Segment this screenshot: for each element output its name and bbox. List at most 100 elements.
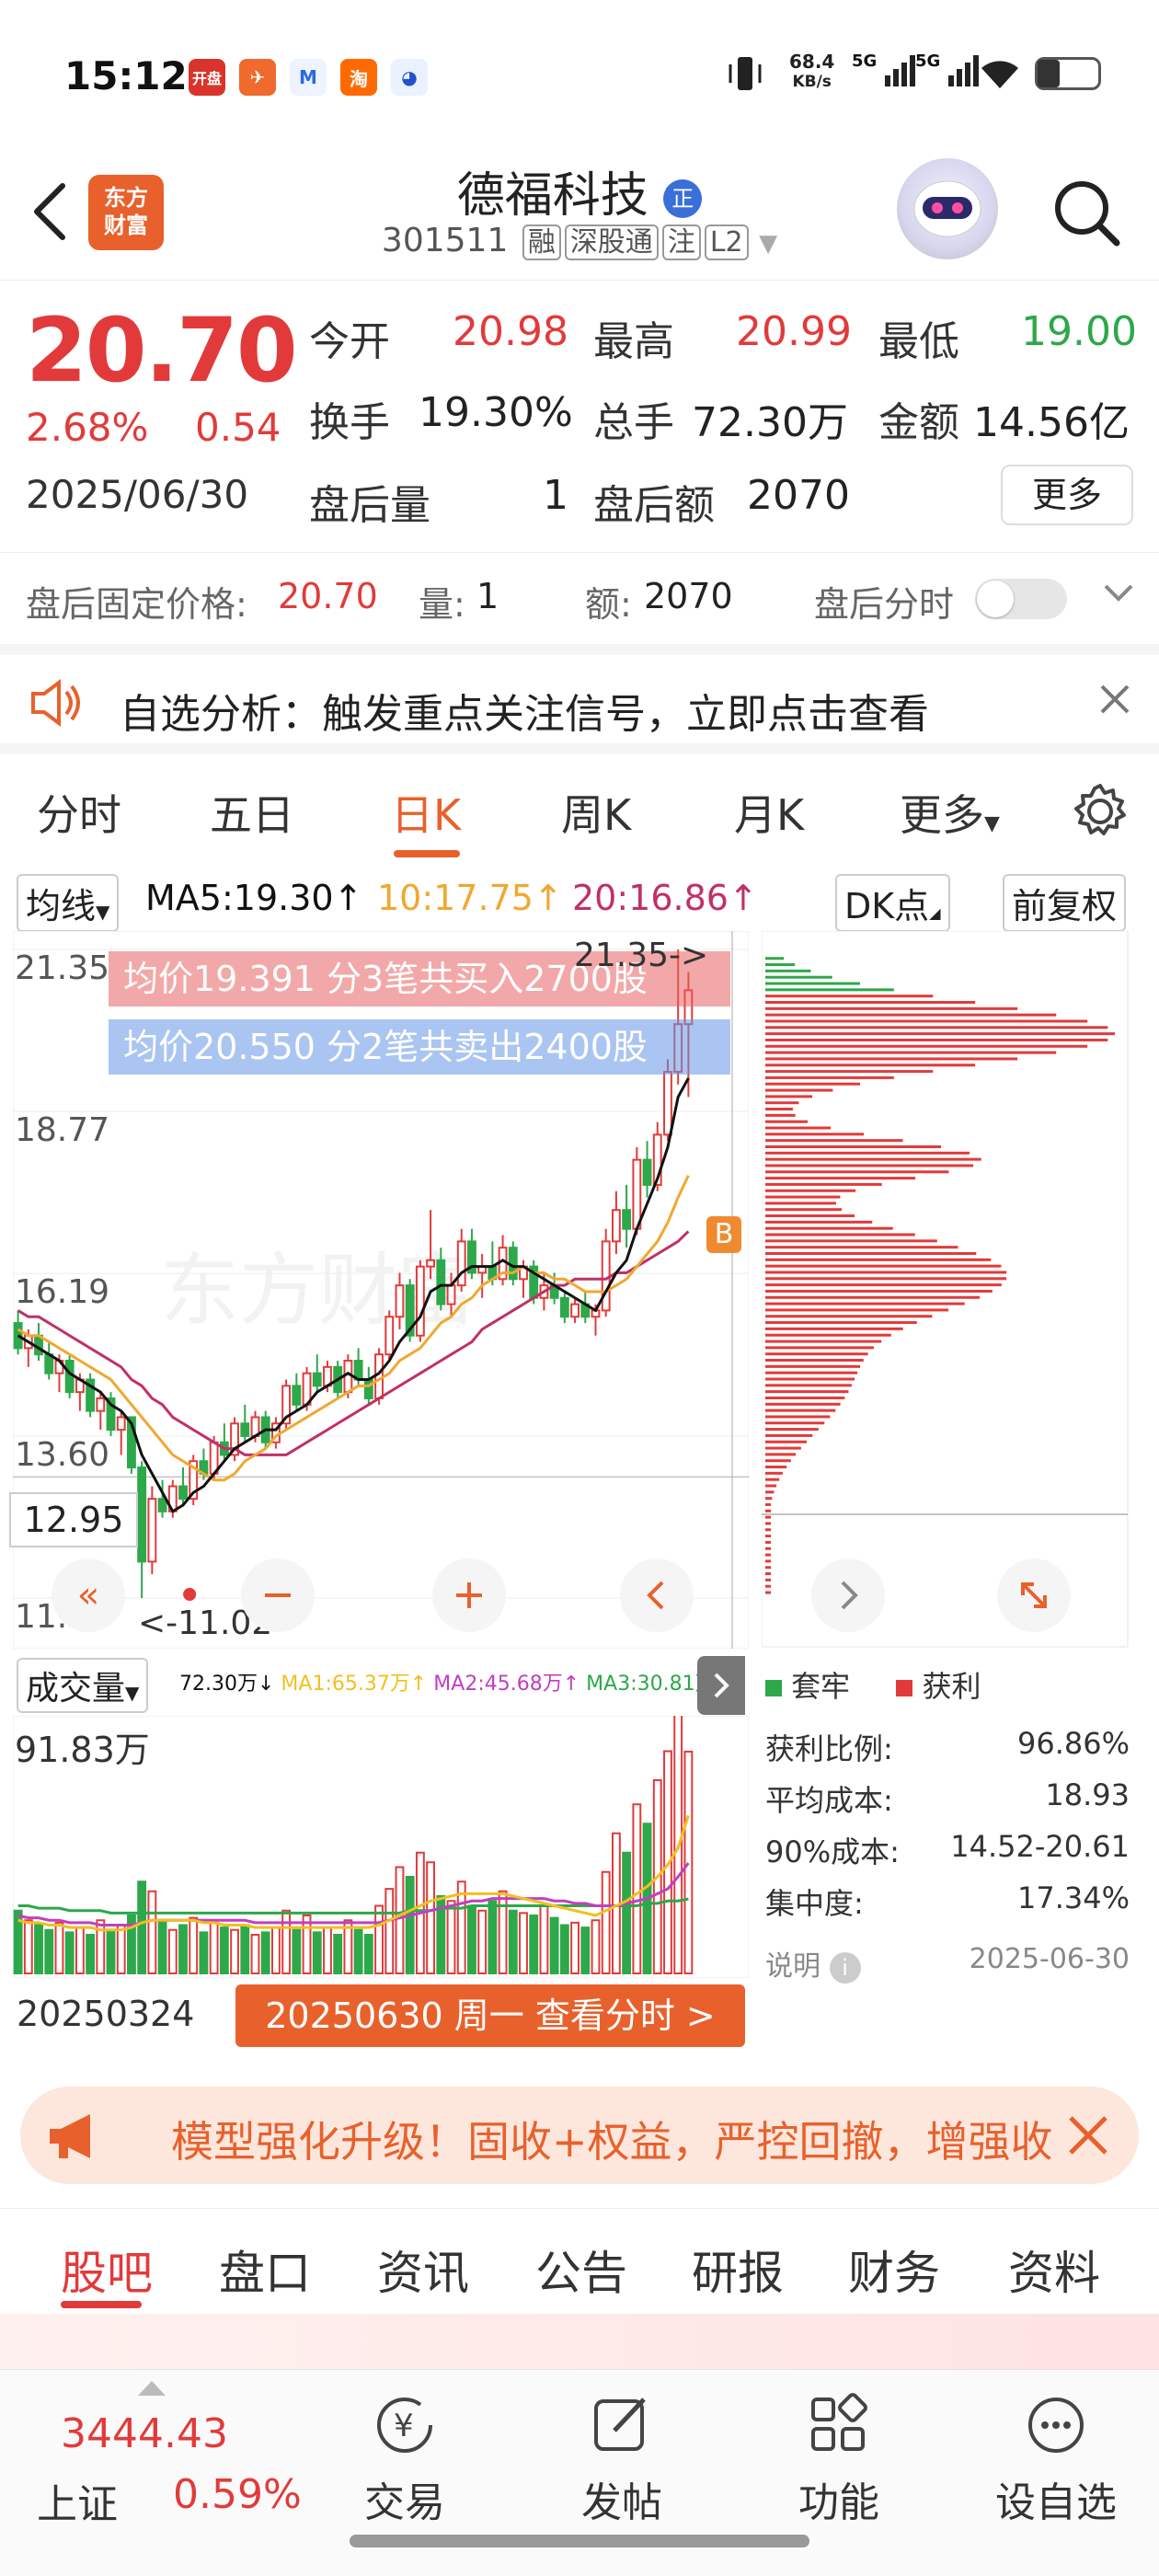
volume-bar bbox=[209, 1921, 219, 1974]
close-icon[interactable] bbox=[1065, 2112, 1111, 2162]
high-value: 20.99 bbox=[736, 308, 852, 355]
candle-body bbox=[642, 1158, 652, 1186]
view-timeshare-button[interactable]: 20250630 周一 查看分时 > bbox=[235, 1984, 745, 2047]
analysis-alert[interactable]: 自选分析：触发重点关注信号，立即点击查看 bbox=[0, 644, 1159, 754]
kline-chart[interactable]: 东方财富 21.3518.7716.1913.6011.02 均价19.391 … bbox=[9, 930, 750, 1650]
chip-bar bbox=[765, 1157, 981, 1161]
tab-profile[interactable]: 资料 bbox=[1008, 2237, 1100, 2303]
chip-bar bbox=[765, 1151, 970, 1155]
scroll-right-button[interactable] bbox=[811, 1558, 885, 1632]
volume-bar bbox=[230, 1928, 239, 1974]
indicator-selector[interactable]: 成交量▼ bbox=[17, 1658, 149, 1713]
search-icon[interactable] bbox=[1049, 175, 1122, 248]
candle-body bbox=[384, 1316, 395, 1356]
tab-weekly-k[interactable]: 周K bbox=[561, 782, 631, 843]
trade-button[interactable]: ¥ 交易 bbox=[313, 2388, 497, 2528]
tab-news[interactable]: 资讯 bbox=[377, 2237, 469, 2303]
chip-bar bbox=[765, 1264, 1002, 1268]
chip-bar bbox=[765, 1528, 771, 1532]
index-value[interactable]: 3444.43 bbox=[61, 2410, 228, 2457]
last-price: 20.70 bbox=[26, 299, 298, 402]
chip-bar bbox=[765, 1591, 771, 1594]
post-button[interactable]: 发帖 bbox=[530, 2388, 714, 2528]
ma-selector[interactable]: 均线▼ bbox=[17, 874, 120, 932]
post-label: 发帖 bbox=[581, 2479, 662, 2526]
promo-banner[interactable]: 模型强化升级！固收+权益，严控回撤，增强收 bbox=[20, 2087, 1139, 2184]
candle-body bbox=[570, 1303, 580, 1318]
tab-pankou[interactable]: 盘口 bbox=[219, 2237, 311, 2303]
volume-label: 总手 bbox=[593, 399, 674, 446]
candle-body bbox=[240, 1422, 250, 1437]
candle-body bbox=[426, 1259, 436, 1268]
add-watchlist-button[interactable]: 设自选 bbox=[964, 2388, 1148, 2528]
volume-bar bbox=[374, 1904, 384, 1975]
dk-point-button[interactable]: DK点◢ bbox=[835, 874, 950, 932]
scroll-left-button[interactable] bbox=[620, 1558, 694, 1632]
chip-bar bbox=[765, 1246, 958, 1249]
volume-bar bbox=[44, 1928, 54, 1974]
candle-body bbox=[446, 1284, 456, 1305]
volume-bar bbox=[683, 1750, 694, 1974]
tab-daily-k[interactable]: 日K bbox=[391, 782, 461, 843]
candle-body bbox=[456, 1240, 466, 1287]
chip-bar bbox=[765, 1340, 882, 1343]
expand-icon[interactable] bbox=[997, 1558, 1071, 1632]
chip-bar bbox=[765, 963, 796, 967]
rewind-button[interactable]: « bbox=[52, 1558, 125, 1632]
functions-button[interactable]: 功能 bbox=[747, 2388, 931, 2528]
tab-monthly-k[interactable]: 月K bbox=[734, 782, 804, 843]
zoom-out-button[interactable] bbox=[241, 1558, 315, 1632]
chevron-down-icon[interactable] bbox=[1100, 573, 1137, 614]
stat-avg-cost-label: 平均成本: bbox=[765, 1783, 893, 1818]
status-bar: 15:12 开盘 ✈ M 淘 ◕ 68.4 KB/s 5G 5G bbox=[0, 0, 1159, 147]
tab-timeshare[interactable]: 分时 bbox=[37, 782, 121, 843]
start-date: 20250324 bbox=[17, 1994, 195, 2034]
chip-bar bbox=[765, 1377, 855, 1381]
tab-guba[interactable]: 股吧 bbox=[61, 2237, 153, 2303]
signal-5g-2: 5G bbox=[915, 52, 983, 94]
signal-5g-1: 5G bbox=[852, 52, 920, 94]
after-timeshare-toggle[interactable] bbox=[975, 579, 1067, 619]
candle-body bbox=[622, 1209, 632, 1230]
app-taobao-icon: 淘 bbox=[340, 59, 377, 96]
chip-bar bbox=[765, 1271, 1007, 1274]
volume-bar bbox=[333, 1933, 343, 1974]
chip-bar bbox=[765, 969, 811, 972]
adjust-button[interactable]: 前复权 bbox=[1003, 874, 1127, 932]
panel-collapse-button[interactable] bbox=[697, 1656, 745, 1715]
chip-bar bbox=[765, 988, 894, 992]
chip-bar bbox=[765, 1214, 855, 1218]
chip-note[interactable]: 说明 i bbox=[765, 1943, 861, 1984]
volume-bar bbox=[64, 1931, 75, 1975]
change-pct: 2.68% bbox=[26, 405, 149, 450]
assistant-robot-icon[interactable] bbox=[897, 158, 998, 259]
chip-bar bbox=[765, 1126, 832, 1130]
vol-ma1-text: MA1:65.37万 bbox=[281, 1673, 410, 1696]
amount-value: 14.56亿 bbox=[973, 399, 1130, 446]
change-value: 0.54 bbox=[195, 405, 281, 450]
stat-profit-ratio-label: 获利比例: bbox=[765, 1731, 893, 1766]
more-button[interactable]: 更多 bbox=[1001, 465, 1133, 525]
chip-bar bbox=[765, 1006, 1018, 1010]
profit-swatch bbox=[896, 1680, 913, 1696]
volume-bar bbox=[508, 1909, 518, 1974]
tab-five-day[interactable]: 五日 bbox=[210, 782, 294, 843]
volume-bar bbox=[353, 1928, 363, 1974]
vol-ma3-text: MA3:30.81万 bbox=[586, 1673, 716, 1696]
settings-gear-icon[interactable] bbox=[1071, 782, 1130, 845]
yuan-exchange-icon: ¥ bbox=[368, 2388, 442, 2462]
tab-financials[interactable]: 财务 bbox=[848, 2237, 940, 2303]
high-label: 最高 bbox=[593, 318, 674, 365]
tab-research[interactable]: 研报 bbox=[692, 2237, 784, 2303]
candle-body bbox=[632, 1158, 642, 1230]
chip-distribution[interactable] bbox=[761, 930, 1130, 1649]
zoom-in-button[interactable] bbox=[432, 1558, 506, 1632]
chip-bar bbox=[765, 1502, 771, 1506]
after-amt-value: 2070 bbox=[644, 576, 733, 616]
volume-chart[interactable]: 91.83万 bbox=[12, 1707, 750, 1979]
close-icon[interactable] bbox=[1096, 681, 1133, 721]
candle-body bbox=[178, 1485, 188, 1501]
tab-announcements[interactable]: 公告 bbox=[535, 2237, 627, 2303]
sell-note: 均价20.550 分2笔共卖出2400股 bbox=[109, 1019, 730, 1075]
tab-more[interactable]: 更多▼ bbox=[900, 782, 1000, 843]
